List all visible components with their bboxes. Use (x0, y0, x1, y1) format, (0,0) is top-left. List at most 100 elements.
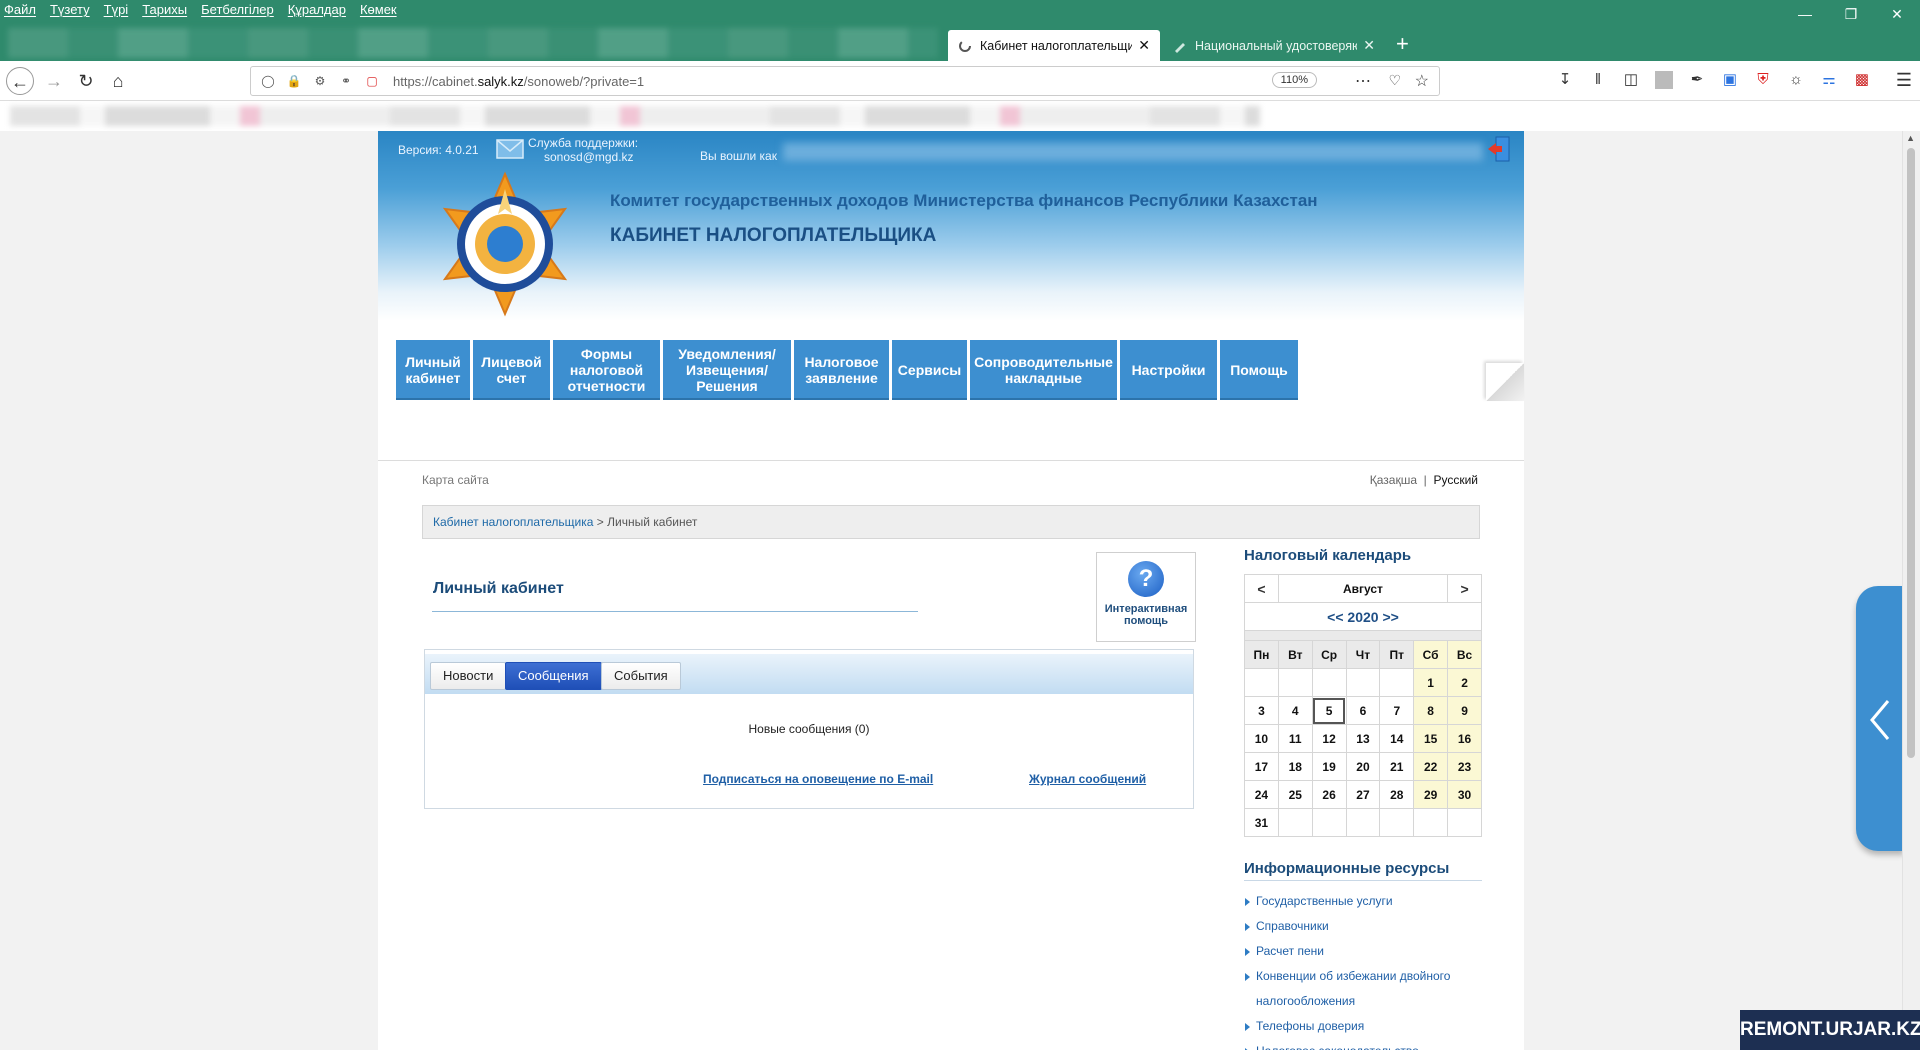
info-resource-link[interactable]: Налоговое законодательство (1244, 1039, 1484, 1050)
info-resource-link[interactable]: Государственные услуги (1244, 889, 1484, 914)
nav-item[interactable]: Настройки (1120, 340, 1217, 400)
messages-journal-link[interactable]: Журнал сообщений (1029, 772, 1146, 786)
calendar-day[interactable]: 3 (1244, 696, 1279, 725)
nav-item[interactable]: Личный кабинет (396, 340, 470, 400)
calendar-day[interactable]: 4 (1277, 696, 1313, 725)
tab-nuc[interactable]: Национальный удостоверяющ ✕ (1163, 30, 1385, 61)
exit-icon[interactable] (1486, 135, 1512, 163)
browser-menu-item[interactable]: Тарихы (142, 2, 187, 20)
info-resource-link[interactable]: Конвенции об избежании двойного налогооб… (1244, 964, 1484, 1014)
calendar-prev-month[interactable]: < (1244, 574, 1279, 603)
nav-item[interactable]: Сервисы (892, 340, 967, 400)
info-resource-link[interactable]: Расчет пени (1244, 939, 1484, 964)
minimize-icon[interactable]: — (1782, 0, 1828, 28)
calendar-day[interactable]: 9 (1447, 696, 1482, 725)
calendar-day[interactable]: 19 (1311, 752, 1347, 781)
forward-icon[interactable]: → (40, 67, 68, 95)
calendar-day[interactable]: 11 (1277, 724, 1313, 753)
calendar-day[interactable]: 16 (1447, 724, 1482, 753)
hamburger-menu-icon[interactable]: ☰ (1896, 70, 1912, 91)
tab-news[interactable]: Новости (430, 662, 507, 690)
close-window-icon[interactable]: ✕ (1874, 0, 1920, 28)
calendar-day[interactable]: 30 (1447, 780, 1482, 809)
reload-icon[interactable]: ↻ (72, 67, 100, 95)
blocked-icon[interactable]: ▢ (363, 74, 381, 88)
browser-menu-item[interactable]: Бетбелгілер (201, 2, 274, 20)
calendar-day[interactable]: 7 (1379, 696, 1415, 725)
tab-events[interactable]: События (601, 662, 681, 690)
calendar-day[interactable]: 29 (1413, 780, 1449, 809)
url-text[interactable]: https://cabinet.salyk.kz/sonoweb/?privat… (393, 74, 644, 89)
calendar-year[interactable]: << 2020 >> (1244, 602, 1482, 631)
nav-item[interactable]: Лицевой счет (473, 340, 550, 400)
calendar-day[interactable]: 26 (1311, 780, 1347, 809)
browser-menu-item[interactable]: Түрі (104, 2, 129, 20)
interactive-help-button[interactable]: ? Интерактивная помощь (1096, 552, 1196, 642)
new-tab-button[interactable]: + (1396, 32, 1409, 56)
browser-menu-item[interactable]: Көмек (360, 2, 397, 20)
calendar-day[interactable]: 18 (1277, 752, 1313, 781)
sidebar-icon[interactable]: ◫ (1622, 71, 1640, 89)
support-email[interactable]: sonosd@mgd.kz (544, 150, 634, 164)
calendar-day[interactable]: 12 (1311, 724, 1347, 753)
lang-kazakh[interactable]: Қазақша (1370, 473, 1417, 487)
adblock-icon[interactable]: ⛨ (1754, 71, 1772, 89)
pdf-icon[interactable]: ▩ (1853, 71, 1871, 89)
shield-icon[interactable]: ◯ (259, 74, 277, 88)
close-tab-icon[interactable]: ✕ (1363, 37, 1375, 54)
calendar-day[interactable]: 20 (1345, 752, 1381, 781)
nav-item[interactable]: Налоговое заявление (794, 340, 889, 400)
browser-menu-item[interactable]: Түзету (50, 2, 90, 20)
nav-item[interactable]: Уведомления/ Извещения/ Решения (663, 340, 791, 400)
extension-icon[interactable] (1655, 71, 1673, 89)
calendar-day[interactable]: 1 (1413, 668, 1449, 697)
home-icon[interactable]: ⌂ (104, 67, 132, 95)
mail-icon[interactable] (496, 139, 524, 159)
zoom-badge[interactable]: 110% (1271, 72, 1317, 88)
close-tab-icon[interactable]: ✕ (1138, 37, 1150, 54)
key-icon[interactable]: ⚭ (337, 74, 355, 88)
address-bar[interactable]: ◯ 🔒 ⚙ ⚭ ▢ https://cabinet.salyk.kz/sonow… (250, 66, 1440, 96)
calendar-day[interactable]: 17 (1244, 752, 1279, 781)
permissions-icon[interactable]: ⚙ (311, 74, 329, 88)
calendar-day[interactable]: 22 (1413, 752, 1449, 781)
translate-icon[interactable]: ⚎ (1820, 71, 1838, 89)
nav-item[interactable]: Помощь (1220, 340, 1298, 400)
scrollbar-thumb[interactable] (1907, 148, 1915, 758)
sitemap-link[interactable]: Карта сайта (422, 473, 489, 487)
back-icon[interactable]: ← (6, 67, 34, 95)
library-icon[interactable]: ‖ (1589, 71, 1607, 89)
eyedropper-icon[interactable]: ✒ (1688, 71, 1706, 89)
globe-icon[interactable]: ☼ (1787, 71, 1805, 89)
calendar-day[interactable]: 13 (1345, 724, 1381, 753)
calendar-day[interactable]: 10 (1244, 724, 1279, 753)
lock-icon[interactable]: 🔒 (285, 74, 303, 88)
nav-item[interactable]: Сопроводительные накладные (970, 340, 1117, 400)
calendar-day[interactable]: 31 (1244, 808, 1279, 837)
browser-menu-item[interactable]: Құралдар (288, 2, 346, 20)
tab-messages[interactable]: Сообщения (505, 662, 602, 690)
side-panel-toggle[interactable] (1856, 586, 1902, 851)
nav-item[interactable]: Формы налоговой отчетности (553, 340, 660, 400)
download-icon[interactable]: ↧ (1556, 71, 1574, 89)
calendar-day[interactable]: 2 (1447, 668, 1482, 697)
tab-cabinet[interactable]: Кабинет налогоплательщика ✕ (948, 30, 1160, 61)
info-resource-link[interactable]: Телефоны доверия (1244, 1014, 1484, 1039)
calendar-day[interactable]: 24 (1244, 780, 1279, 809)
browser-menu-item[interactable]: Файл (4, 2, 36, 20)
calendar-day[interactable]: 23 (1447, 752, 1482, 781)
calendar-day[interactable]: 14 (1379, 724, 1415, 753)
calendar-day[interactable]: 25 (1277, 780, 1313, 809)
calendar-day[interactable]: 21 (1379, 752, 1415, 781)
breadcrumb-home-link[interactable]: Кабинет налогоплательщика (433, 515, 593, 529)
calendar-next-month[interactable]: > (1447, 574, 1482, 603)
calendar-day[interactable]: 28 (1379, 780, 1415, 809)
calendar-day[interactable]: 8 (1413, 696, 1449, 725)
subscribe-email-link[interactable]: Подписаться на оповещение по E-mail (703, 772, 933, 786)
scroll-up-icon[interactable]: ▲ (1906, 133, 1915, 143)
calendar-day[interactable]: 15 (1413, 724, 1449, 753)
video-icon[interactable]: ▣ (1721, 71, 1739, 89)
restore-icon[interactable]: ❐ (1828, 0, 1874, 28)
calendar-day[interactable]: 6 (1345, 696, 1381, 725)
bookmark-star-icon[interactable]: ☆ (1415, 71, 1429, 91)
